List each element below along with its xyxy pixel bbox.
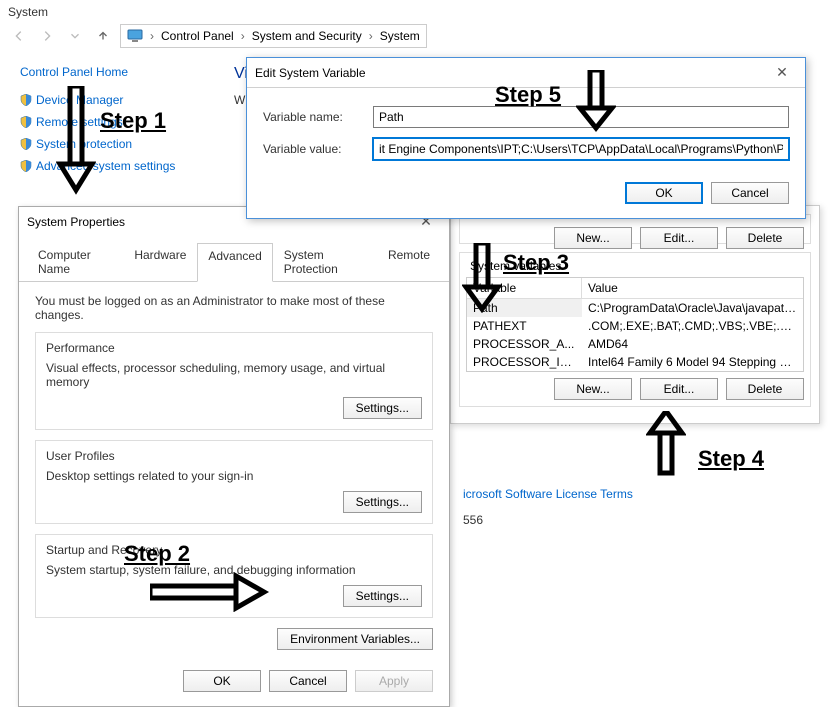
tab-remote[interactable]: Remote	[377, 242, 441, 281]
sidebar-item-advanced-system-settings[interactable]: Advanced system settings	[20, 159, 200, 173]
performance-group: Performance Visual effects, processor sc…	[35, 332, 433, 430]
group-desc: Visual effects, processor scheduling, me…	[46, 361, 422, 389]
annotation-step3: Step 3	[503, 250, 569, 276]
startup-settings-button[interactable]: Settings...	[343, 585, 422, 607]
license-terms-link[interactable]: icrosoft Software License Terms	[463, 487, 633, 501]
arrow-down-icon	[576, 70, 616, 132]
table-row[interactable]: PROCESSOR_A... AMD64	[467, 335, 803, 353]
ok-button[interactable]: OK	[183, 670, 261, 692]
shield-icon	[20, 160, 32, 172]
system-properties-dialog: System Properties ✕ Computer Name Hardwa…	[18, 206, 450, 707]
user-profiles-settings-button[interactable]: Settings...	[343, 491, 422, 513]
annotation-step4: Step 4	[698, 446, 764, 472]
control-panel-home-link[interactable]: Control Panel Home	[20, 65, 200, 79]
window-title: System	[0, 0, 832, 21]
group-desc: Desktop settings related to your sign-in	[46, 469, 422, 483]
cancel-button[interactable]: Cancel	[711, 182, 789, 204]
performance-settings-button[interactable]: Settings...	[343, 397, 422, 419]
tab-advanced[interactable]: Advanced	[197, 243, 272, 282]
dialog-title: System Properties	[27, 215, 125, 229]
arrow-right-icon	[150, 572, 270, 612]
stray-text: 556	[463, 513, 483, 527]
breadcrumb-item[interactable]: System	[380, 29, 420, 43]
sidebar-item-system-protection[interactable]: System protection	[20, 137, 200, 151]
system-variables-table[interactable]: Variable Value Path C:\ProgramData\Oracl…	[466, 277, 804, 372]
environment-variables-dialog: New... Edit... Delete System variables V…	[450, 205, 820, 424]
table-row[interactable]: Path C:\ProgramData\Oracle\Java\javapath…	[467, 299, 803, 317]
variable-name-label: Variable name:	[263, 110, 363, 124]
tab-computer-name[interactable]: Computer Name	[27, 242, 123, 281]
arrow-up-icon	[646, 411, 686, 477]
table-row[interactable]: PROCESSOR_ID... Intel64 Family 6 Model 9…	[467, 353, 803, 371]
cancel-button[interactable]: Cancel	[269, 670, 347, 692]
cell-var: PROCESSOR_A...	[467, 335, 582, 353]
cell-val: Intel64 Family 6 Model 94 Stepping 3, G.…	[582, 353, 803, 371]
new-user-var-button[interactable]: New...	[554, 227, 632, 249]
back-arrow-icon[interactable]	[8, 25, 30, 47]
annotation-step5: Step 5	[495, 82, 561, 108]
breadcrumb[interactable]: Control Panel System and Security System	[120, 24, 427, 48]
cell-var: PROCESSOR_ID...	[467, 353, 582, 371]
admin-note: You must be logged on as an Administrato…	[35, 294, 433, 322]
cell-val: AMD64	[582, 335, 803, 353]
breadcrumb-item[interactable]: Control Panel	[161, 29, 234, 43]
chevron-right-icon	[147, 29, 157, 43]
shield-icon	[20, 94, 32, 106]
group-legend: Startup and Recovery	[46, 543, 422, 557]
recent-dropdown-icon[interactable]	[64, 25, 86, 47]
cell-val: .COM;.EXE;.BAT;.CMD;.VBS;.VBE;.JS;...	[582, 317, 803, 335]
environment-variables-button[interactable]: Environment Variables...	[277, 628, 433, 650]
variable-value-input[interactable]	[373, 138, 789, 160]
forward-arrow-icon[interactable]	[36, 25, 58, 47]
annotation-step2: Step 2	[124, 541, 190, 567]
new-system-var-button[interactable]: New...	[554, 378, 632, 400]
group-legend: Performance	[46, 341, 422, 355]
delete-system-var-button[interactable]: Delete	[726, 378, 804, 400]
annotation-step1: Step 1	[100, 108, 166, 134]
computer-icon	[127, 29, 143, 43]
group-legend: User Profiles	[46, 449, 422, 463]
dialog-title: Edit System Variable	[255, 66, 366, 80]
user-profiles-group: User Profiles Desktop settings related t…	[35, 440, 433, 524]
variable-value-label: Variable value:	[263, 142, 363, 156]
tab-system-protection[interactable]: System Protection	[273, 242, 377, 281]
arrow-down-icon	[462, 243, 502, 313]
chevron-right-icon	[238, 29, 248, 43]
table-row[interactable]: PATHEXT .COM;.EXE;.BAT;.CMD;.VBS;.VBE;.J…	[467, 317, 803, 335]
nav-bar: Control Panel System and Security System	[0, 21, 832, 51]
shield-icon	[20, 116, 32, 128]
sidebar-item-device-manager[interactable]: Device Manager	[20, 93, 200, 107]
cell-val: C:\ProgramData\Oracle\Java\javapath;...	[582, 299, 803, 317]
tab-row: Computer Name Hardware Advanced System P…	[19, 236, 449, 282]
apply-button[interactable]: Apply	[355, 670, 433, 692]
edit-user-var-button[interactable]: Edit...	[640, 227, 718, 249]
breadcrumb-item[interactable]: System and Security	[252, 29, 362, 43]
ok-button[interactable]: OK	[625, 182, 703, 204]
table-header: Variable Value	[467, 278, 803, 299]
chevron-right-icon	[366, 29, 376, 43]
tab-hardware[interactable]: Hardware	[123, 242, 197, 281]
arrow-down-icon	[56, 86, 96, 196]
cell-var: PATHEXT	[467, 317, 582, 335]
shield-icon	[20, 138, 32, 150]
edit-system-var-button[interactable]: Edit...	[640, 378, 718, 400]
up-arrow-icon[interactable]	[92, 25, 114, 47]
col-value: Value	[582, 278, 803, 298]
close-icon[interactable]: ✕	[767, 64, 797, 81]
delete-user-var-button[interactable]: Delete	[726, 227, 804, 249]
